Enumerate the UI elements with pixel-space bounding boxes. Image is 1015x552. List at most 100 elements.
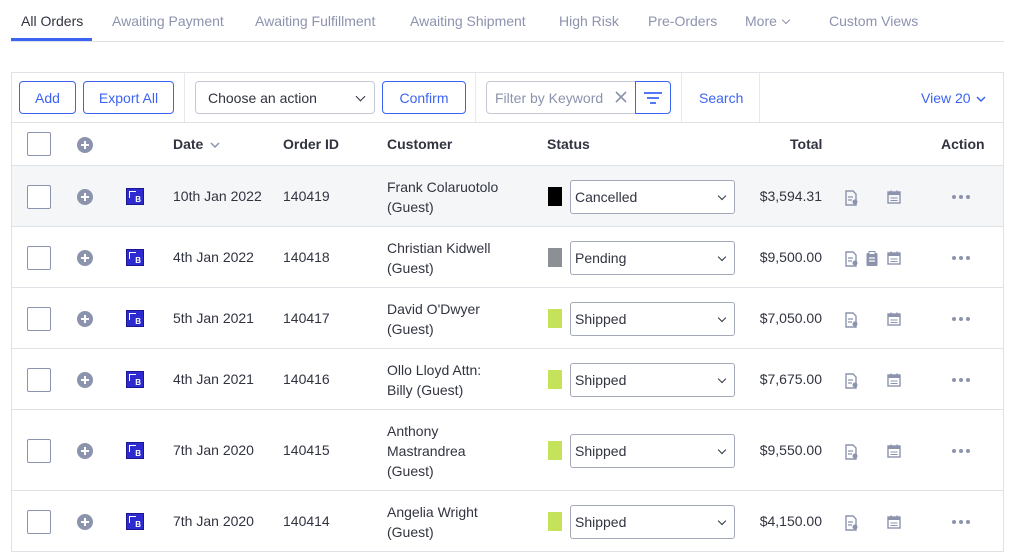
tab-pre-orders[interactable]: Pre-Orders (648, 13, 717, 29)
customer-name-line: (Guest) (387, 462, 434, 479)
export-all-button[interactable]: Export All (83, 81, 174, 114)
ellipsis-icon[interactable] (952, 377, 970, 382)
row-checkbox[interactable] (27, 306, 51, 331)
expand-row-icon[interactable] (77, 371, 93, 388)
customer-name-line: (Guest) (387, 198, 434, 215)
status-select[interactable]: Cancelled (570, 179, 735, 214)
expand-all-icon[interactable] (77, 137, 93, 153)
customer-name: Frank Colaruotolo (Guest) (387, 177, 517, 217)
invoice-icon[interactable] (844, 372, 858, 389)
orders-panel: Add Export All Choose an action Confirm … (11, 72, 1004, 552)
calendar-icon[interactable] (887, 251, 901, 265)
row-checkbox[interactable] (27, 438, 51, 463)
bulk-action-select[interactable]: Choose an action (195, 81, 375, 114)
table-row: B 4th Jan 2022 140418 Christian Kidwell (Gue… (12, 227, 1003, 288)
ellipsis-icon[interactable] (952, 448, 970, 453)
invoice-icon[interactable] (844, 250, 858, 267)
column-total[interactable]: Total (790, 136, 822, 152)
expand-row-icon[interactable] (77, 188, 93, 205)
customer-name-line: Ollo Lloyd Attn: (387, 361, 482, 378)
expand-row-icon[interactable] (77, 442, 93, 459)
tab-high-risk[interactable]: High Risk (559, 13, 619, 29)
table-row: B 7th Jan 2020 140415 Anthony Mastrandrea (Gu… (12, 410, 1003, 491)
status-value: Pending (575, 249, 627, 266)
clipboard-icon[interactable] (865, 250, 879, 267)
calendar-icon[interactable] (887, 373, 901, 387)
status-select[interactable]: Pending (570, 240, 735, 275)
order-date: 7th Jan 2020 (173, 512, 254, 529)
row-checkbox[interactable] (27, 184, 51, 209)
ellipsis-icon[interactable] (952, 316, 970, 321)
expand-row-icon[interactable] (77, 249, 93, 266)
order-date: 5th Jan 2021 (173, 309, 254, 326)
order-total: $9,550.00 (759, 441, 822, 458)
status-color-swatch (548, 511, 562, 531)
confirm-button[interactable]: Confirm (382, 81, 466, 114)
order-id: 140419 (283, 187, 330, 204)
calendar-icon[interactable] (887, 190, 901, 204)
tab-awaiting-fulfillment[interactable]: Awaiting Fulfillment (255, 13, 375, 29)
invoice-icon[interactable] (844, 189, 858, 206)
sort-down-icon (210, 142, 220, 149)
row-checkbox[interactable] (27, 509, 51, 534)
order-total: $4,150.00 (759, 512, 822, 529)
column-order-id[interactable]: Order ID (283, 136, 339, 152)
calendar-icon[interactable] (887, 312, 901, 326)
tab-all-orders[interactable]: All Orders (21, 13, 83, 29)
search-link[interactable]: Search (699, 90, 743, 106)
status-value: Shipped (575, 310, 627, 327)
bigcommerce-channel-icon: B (126, 512, 144, 530)
expand-row-icon[interactable] (77, 513, 93, 530)
status-value: Cancelled (575, 188, 638, 205)
row-checkbox[interactable] (27, 367, 51, 392)
toolbar-divider (681, 73, 682, 122)
table-row: B 5th Jan 2021 140417 David O'Dwyer (Guest) S… (12, 288, 1003, 349)
add-button[interactable]: Add (19, 81, 76, 114)
chevron-down-icon (717, 374, 727, 383)
tab-more[interactable]: More (745, 13, 791, 29)
order-id: 140418 (283, 248, 330, 265)
tab-awaiting-payment[interactable]: Awaiting Payment (112, 13, 224, 29)
tab-more-label: More (745, 13, 777, 29)
table-row: B 4th Jan 2021 140416 Ollo Lloyd Attn: Billy… (12, 349, 1003, 410)
chevron-down-icon (717, 313, 727, 322)
column-status[interactable]: Status (547, 136, 590, 152)
status-select[interactable]: Shipped (570, 362, 735, 397)
ellipsis-icon[interactable] (952, 519, 970, 524)
tab-custom-views[interactable]: Custom Views (829, 13, 918, 29)
status-value: Shipped (575, 513, 627, 530)
ellipsis-icon[interactable] (952, 255, 970, 260)
order-id: 140414 (283, 512, 330, 529)
table-row: B 7th Jan 2020 140414 Angelia Wright (Guest)… (12, 491, 1003, 552)
calendar-icon[interactable] (887, 515, 901, 529)
customer-name-line: (Guest) (387, 259, 434, 276)
invoice-icon[interactable] (844, 311, 858, 328)
order-date: 4th Jan 2022 (173, 248, 254, 265)
column-date[interactable]: Date (173, 136, 220, 152)
order-total: $7,675.00 (759, 370, 822, 387)
calendar-icon[interactable] (887, 444, 901, 458)
view-count-dropdown[interactable]: View 20 (921, 90, 986, 106)
select-all-checkbox[interactable] (27, 132, 51, 156)
customer-name-line: Mastrandrea (387, 442, 466, 459)
table-header: Date Order ID Customer Status Total Acti… (12, 123, 1003, 166)
status-select[interactable]: Shipped (570, 433, 735, 468)
expand-row-icon[interactable] (77, 310, 93, 327)
customer-name-line: Anthony (387, 422, 439, 439)
table-row: B 10th Jan 2022 140419 Frank Colaruotolo (Gu… (12, 166, 1003, 227)
status-value: Shipped (575, 371, 627, 388)
toolbar-divider (184, 73, 185, 122)
status-select[interactable]: Shipped (570, 504, 735, 539)
column-customer[interactable]: Customer (387, 136, 452, 152)
invoice-icon[interactable] (844, 443, 858, 460)
filter-button[interactable] (635, 81, 671, 114)
row-checkbox[interactable] (27, 245, 51, 270)
tab-awaiting-shipment[interactable]: Awaiting Shipment (410, 13, 526, 29)
ellipsis-icon[interactable] (952, 194, 970, 199)
invoice-icon[interactable] (844, 514, 858, 531)
close-icon[interactable] (614, 90, 628, 104)
status-select[interactable]: Shipped (570, 301, 735, 336)
customer-name-line: (Guest) (387, 320, 434, 337)
bigcommerce-channel-icon: B (126, 370, 144, 388)
order-date: 10th Jan 2022 (173, 187, 262, 204)
